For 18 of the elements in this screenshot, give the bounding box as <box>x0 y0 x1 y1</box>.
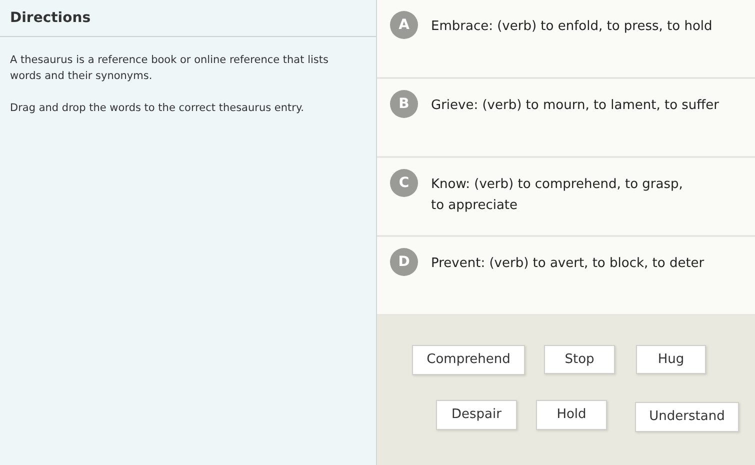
entry-definition: Grieve: (verb) to mourn, to lament, to suffer <box>431 97 719 115</box>
word-tile[interactable]: Stop <box>544 345 615 374</box>
entry-definition: to appreciate <box>431 197 519 215</box>
entry-definition: Embrace: (verb) to enfold, to press, to hold <box>431 18 712 36</box>
letter-badge: C <box>390 169 418 197</box>
word-tile[interactable]: Hold <box>536 400 607 430</box>
word-tile[interactable]: Hug <box>636 345 706 374</box>
directions-text: A thesaurus is a reference book or online reference that lists words and their synonyms. <box>10 53 330 84</box>
directions-text: Drag and drop the words to the correct thesaurus entry. <box>10 101 306 116</box>
letter-badge: A <box>390 11 418 39</box>
letter-badge: D <box>390 248 418 276</box>
word-tile[interactable]: Understand <box>635 402 739 432</box>
letter-badge: B <box>390 90 418 118</box>
panel-title: Directions <box>10 8 91 28</box>
entry-definition: Prevent: (verb) to avert, to block, to deter <box>431 255 704 273</box>
word-tile[interactable]: Despair <box>436 400 517 430</box>
entry-definition: Know: (verb) to comprehend, to grasp, <box>431 176 683 194</box>
word-tile[interactable]: Comprehend <box>412 345 525 375</box>
